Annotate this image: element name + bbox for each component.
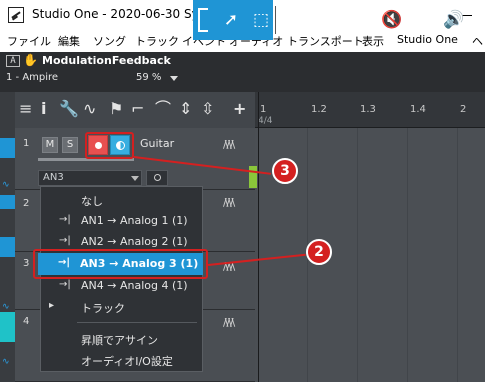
menu-item-assign-ascending[interactable]: 昇順でアサイン [41,329,204,349]
track-name[interactable]: Guitar [140,137,174,150]
submenu-arrow-icon: ▸ [49,300,55,311]
hand-icon[interactable]: ✋ [23,53,38,67]
menu-separator [77,322,197,323]
track-color-bar [0,312,15,342]
callout-badge-3: 3 [272,158,298,184]
pencil-tool-button[interactable]: ✎ [278,0,310,40]
menu-item-label: トラック [81,302,125,315]
callout-box-record-monitor [85,132,134,159]
main-toolbar: A ✋ ModulationFeedback 1 - Ampire 59 % [0,52,485,92]
output-icon [154,174,161,181]
range-select-icon: ⬚ [252,10,270,30]
split-tool-button[interactable]: ⇹ [406,0,438,40]
track-number: 3 [23,258,30,269]
preset-name[interactable]: 1 - Ampire [6,72,58,83]
eraser-icon: ⌫ [313,10,339,30]
arrow-tool-button[interactable]: ➚ [215,0,247,40]
timeline-ruler[interactable]: 1 1.2 1.3 1.4 2 [255,92,485,128]
split-icon: ⇹ [414,10,430,30]
callout-badge-2: 2 [306,239,332,265]
wave-marker-icon: ∿ [2,357,10,367]
wave-marker-icon: ∿ [2,302,10,312]
menu-item-label: AN1 → Analog 1 (1) [81,214,188,227]
menu-item-none[interactable]: なし [41,190,204,210]
arrange-view[interactable] [255,92,485,382]
ruler-label: 1.3 [360,104,376,115]
menu-item-label: 昇順でアサイン [81,334,158,347]
studio-one-app-icon [8,7,24,23]
menu-item-an1[interactable]: →| AN1 → Analog 1 (1) [41,211,204,231]
paint-tool-button[interactable]: ✏ [344,0,376,40]
waveform-icon: /\/\/\ [223,138,235,151]
input-arrow-icon: →| [59,214,71,225]
flag-icon[interactable]: ⚑ [109,100,123,118]
paint-icon: ✏ [352,10,368,30]
preset-dropdown-icon[interactable] [170,76,178,81]
track-color-bar [0,237,15,257]
menu-track[interactable]: トラック [135,33,179,49]
menu-item-label: AN2 → Analog 2 (1) [81,235,188,248]
grid-line [357,128,358,382]
input-arrow-icon: →| [59,279,71,290]
menu-item-label: なし [81,195,103,208]
ruler-label: 1.4 [410,104,426,115]
menu-file[interactable]: ファイル [7,33,51,49]
playhead[interactable] [258,92,259,382]
info-icon[interactable]: i [41,100,46,118]
eraser-tool-button[interactable]: ⌫ [310,0,342,40]
mute-button[interactable]: M [42,137,58,153]
size-icon[interactable]: ⇕ [179,100,192,118]
mute-tool-button[interactable]: 🔇 [376,0,408,40]
mute-icon: 🔇 [381,10,403,30]
listen-tool-button[interactable]: 🔊 [438,0,470,40]
callout-box-an3 [33,249,208,279]
grid-line [407,128,408,382]
automation-icon[interactable]: ∿ [83,100,96,118]
track-number: 2 [23,198,30,209]
add-track-icon[interactable]: + [233,100,246,118]
menu-item-audio-io-setup[interactable]: オーディオI/O設定 [41,350,204,370]
menu-item-an4[interactable]: →| AN4 → Analog 4 (1) [41,276,204,296]
speaker-icon: 🔊 [443,10,465,30]
track-header-toolbar: ≡ i 🔧 ∿ ⚑ ⌐ ⌒ ⇕ ⇳ + [15,92,255,128]
range-tool-button[interactable]: ⬚ [245,0,277,40]
menu-help[interactable]: ヘ [472,33,483,49]
bracket-icon[interactable] [198,8,208,32]
wrench-icon[interactable]: 🔧 [59,100,79,118]
instrument-name[interactable]: ModulationFeedback [42,54,171,67]
grid-line [457,128,458,382]
menu-item-label: オーディオI/O設定 [81,355,173,368]
track-number: 1 [23,138,30,149]
ruler-label: 1 [260,104,267,115]
output-button[interactable] [146,170,168,186]
pencil-icon: ✎ [286,10,302,30]
track-color-bar [0,195,15,209]
waveform-icon: /\/\/\ [223,316,235,329]
input-dropdown-menu: なし →| AN1 → Analog 1 (1) →| AN2 → Analog… [40,186,203,372]
menu-item-label: AN4 → Analog 4 (1) [81,279,188,292]
tempo-icon[interactable]: ⌒ [155,100,171,118]
arranger-icon[interactable]: ⌐ [131,100,144,118]
menu-edit[interactable]: 編集 [58,33,80,49]
solo-button[interactable]: S [62,137,78,153]
time-signature: 4/4 [258,116,273,126]
input-select-value: AN3 [43,172,64,183]
wave-marker-icon: ∿ [2,180,10,190]
track-number: 4 [23,316,30,327]
list-icon[interactable]: ≡ [19,100,32,118]
input-select[interactable]: AN3 [38,170,142,186]
ruler-label: 2 [460,104,467,115]
waveform-icon: /\/\/\ [223,196,235,209]
input-arrow-icon: →| [59,235,71,246]
ruler-label: 1.2 [311,104,327,115]
expand-icon[interactable]: ⇳ [201,100,214,118]
arrow-icon: ➚ [223,10,239,30]
menu-item-track[interactable]: ▸ トラック [41,297,204,317]
chevron-down-icon [131,176,139,181]
auto-mode-icon[interactable]: A [6,55,20,67]
track-color-bar [0,138,15,158]
menu-song[interactable]: ソング [93,33,126,49]
preset-value[interactable]: 59 % [136,72,161,83]
toolbar-separator [275,6,276,34]
